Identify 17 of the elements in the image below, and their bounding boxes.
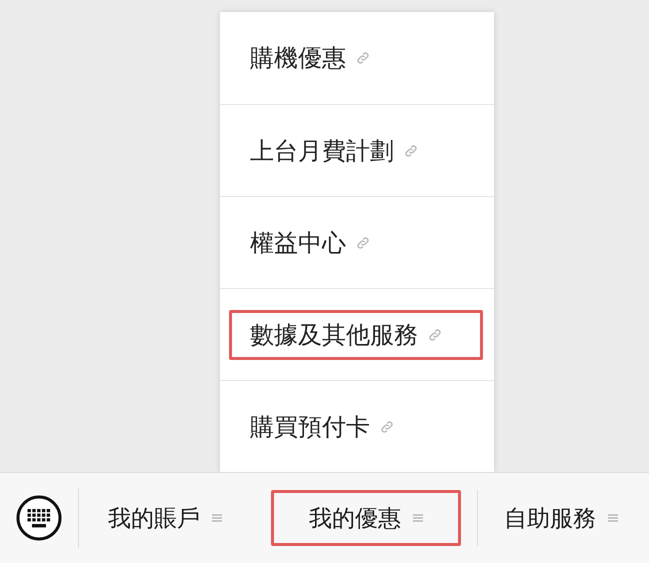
menu-item[interactable]: 數據及其他服務 [229,310,483,360]
drag-handle-icon [413,513,423,523]
tab[interactable]: 自助服務 [486,490,636,546]
menu-item[interactable]: 上台月費計劃 [229,126,437,176]
menu-item[interactable]: 購機優惠 [229,33,389,83]
tab[interactable]: 我的賬戶 [95,490,235,546]
drag-handle-icon [212,513,222,523]
menu-item[interactable]: 購買預付卡 [229,402,413,452]
link-icon [380,420,394,434]
keyboard-icon[interactable] [16,495,62,541]
tab[interactable]: 我的優惠 [271,490,461,546]
link-icon [356,236,370,250]
menu-item[interactable]: 權益中心 [229,218,389,268]
link-icon [404,144,418,158]
link-icon [428,328,442,342]
drag-handle-icon [608,513,618,523]
link-icon [356,51,370,65]
